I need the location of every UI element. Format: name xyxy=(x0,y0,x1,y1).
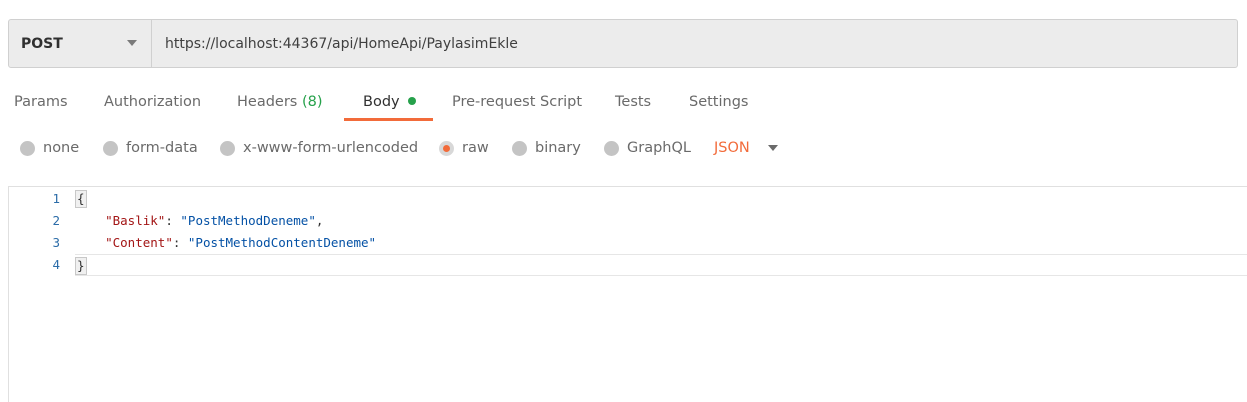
json-colon: : xyxy=(165,213,181,228)
headers-count-badge: (8) xyxy=(301,94,323,110)
chevron-down-icon xyxy=(767,145,778,151)
raw-format-label: JSON xyxy=(714,140,750,156)
radio-label: x-www-form-urlencoded xyxy=(243,140,419,156)
radio-label: GraphQL xyxy=(627,140,691,156)
radio-graphql[interactable]: GraphQL xyxy=(604,135,691,161)
radio-button-icon xyxy=(20,140,35,156)
tab-settings[interactable]: Settings xyxy=(689,88,748,122)
tab-authorization[interactable]: Authorization xyxy=(104,88,201,122)
tab-label: Tests xyxy=(615,94,652,110)
tab-label: Settings xyxy=(689,94,749,110)
json-comma: , xyxy=(315,213,324,228)
tab-label: Body xyxy=(363,94,400,110)
status-dot-icon xyxy=(407,97,416,105)
line-number-gutter: 1 2 3 4 xyxy=(9,187,69,402)
line-number: 2 xyxy=(52,213,60,228)
request-tabs: Params Authorization Headers (8) Body Pr… xyxy=(0,88,1247,122)
radio-label: form-data xyxy=(126,140,198,156)
active-tab-indicator xyxy=(344,118,433,121)
tab-label: Authorization xyxy=(104,94,202,110)
json-key: "Baslik" xyxy=(105,213,166,228)
body-code-editor[interactable]: 1 2 3 4 { "Baslik": "PostMethodDeneme", … xyxy=(8,186,1247,402)
radio-label: raw xyxy=(462,140,489,156)
radio-binary[interactable]: binary xyxy=(512,135,581,161)
line-number: 4 xyxy=(52,257,60,272)
radio-selected-icon xyxy=(439,140,454,156)
tab-body[interactable]: Body xyxy=(363,88,416,122)
tab-tests[interactable]: Tests xyxy=(615,88,651,122)
matched-brace: } xyxy=(75,257,87,275)
radio-button-icon xyxy=(604,140,619,156)
method-select[interactable]: POST xyxy=(9,20,152,67)
line-number: 1 xyxy=(52,191,60,206)
json-key: "Content" xyxy=(105,235,173,250)
tab-label: Params xyxy=(14,94,68,110)
radio-form-data[interactable]: form-data xyxy=(103,135,198,161)
code-line: "Baslik": "PostMethodDeneme", xyxy=(75,210,1247,232)
url-input[interactable] xyxy=(152,20,1237,67)
radio-button-icon xyxy=(512,140,527,156)
tab-params[interactable]: Params xyxy=(14,88,68,122)
tab-pre-request-script[interactable]: Pre-request Script xyxy=(452,88,582,122)
request-url-bar: POST xyxy=(8,19,1238,68)
radio-label: none xyxy=(43,140,80,156)
body-type-selector: none form-data x-www-form-urlencoded raw… xyxy=(0,135,1247,161)
tab-label: Pre-request Script xyxy=(452,94,583,110)
radio-x-www-form-urlencoded[interactable]: x-www-form-urlencoded xyxy=(220,135,418,161)
radio-none[interactable]: none xyxy=(20,135,79,161)
raw-format-dropdown[interactable]: JSON xyxy=(714,135,778,161)
tab-headers[interactable]: Headers (8) xyxy=(237,88,323,122)
matched-brace: { xyxy=(75,190,87,208)
radio-button-icon xyxy=(220,140,235,156)
chevron-down-icon xyxy=(127,40,137,46)
line-number: 3 xyxy=(52,235,60,250)
json-string-value: "PostMethodDeneme" xyxy=(180,213,316,228)
tab-label: Headers xyxy=(237,94,298,110)
code-line-current: } xyxy=(75,254,1247,276)
code-area[interactable]: { "Baslik": "PostMethodDeneme", "Content… xyxy=(75,187,1247,402)
radio-label: binary xyxy=(535,140,581,156)
json-string-value: "PostMethodContentDeneme" xyxy=(187,235,377,250)
method-label: POST xyxy=(21,35,63,52)
radio-button-icon xyxy=(103,140,118,156)
radio-raw[interactable]: raw xyxy=(439,135,489,161)
code-line: "Content": "PostMethodContentDeneme" xyxy=(75,232,1247,254)
json-colon: : xyxy=(172,235,188,250)
code-line: { xyxy=(75,188,1247,210)
